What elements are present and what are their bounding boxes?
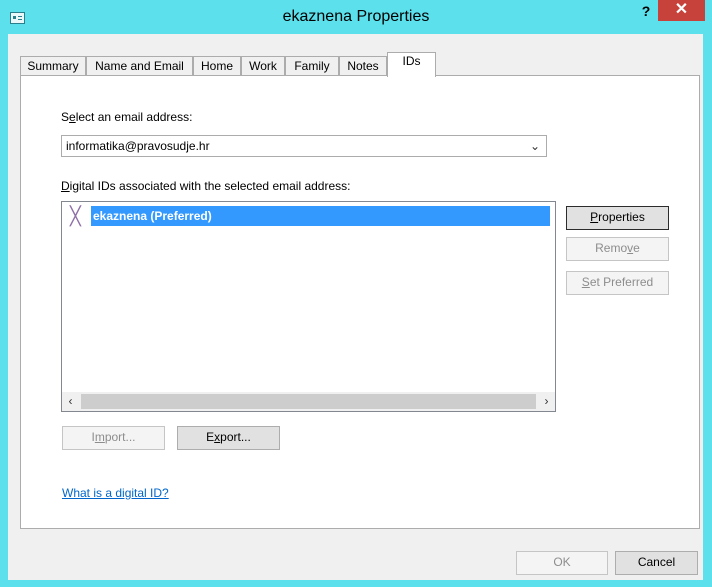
set-preferred-button[interactable]: Set Preferred (566, 271, 669, 295)
tab-home[interactable]: Home (193, 56, 241, 75)
title-bar[interactable]: ekaznena Properties ? ✕ (0, 0, 712, 34)
select-email-label: Select an email address: (61, 110, 193, 124)
what-is-digital-id-link[interactable]: What is a digital ID? (62, 486, 169, 500)
window-title: ekaznena Properties (282, 8, 430, 25)
certificate-icon: ╳ (70, 206, 81, 226)
properties-window: ekaznena Properties ? ✕ Summary Name and… (0, 0, 712, 587)
cancel-button[interactable]: Cancel (615, 551, 698, 575)
digital-ids-label: Digital IDs associated with the selected… (61, 179, 351, 193)
list-item[interactable]: ╳ ekaznena (Preferred) (70, 206, 550, 226)
tab-family[interactable]: Family (285, 56, 339, 75)
scroll-right-icon[interactable]: › (538, 393, 555, 410)
digital-id-name: ekaznena (Preferred) (91, 206, 550, 226)
chevron-down-icon[interactable]: ⌄ (530, 139, 540, 153)
close-button[interactable]: ✕ (658, 0, 705, 21)
tab-summary[interactable]: Summary (20, 56, 86, 75)
email-address-value: informatika@pravosudje.hr (66, 139, 210, 153)
import-button[interactable]: Import... (62, 426, 165, 450)
properties-button[interactable]: Properties (566, 206, 669, 230)
horizontal-scrollbar[interactable]: ‹ › (62, 392, 555, 411)
email-address-dropdown[interactable]: informatika@pravosudje.hr ⌄ (61, 135, 547, 157)
export-button[interactable]: Export... (177, 426, 280, 450)
scrollbar-track[interactable] (81, 394, 536, 409)
remove-button[interactable]: Remove (566, 237, 669, 261)
tab-notes[interactable]: Notes (339, 56, 387, 75)
tab-work[interactable]: Work (241, 56, 285, 75)
scroll-left-icon[interactable]: ‹ (62, 393, 79, 410)
ok-button[interactable]: OK (516, 551, 608, 575)
tab-ids[interactable]: IDs (387, 52, 436, 77)
tab-name-and-email[interactable]: Name and Email (86, 56, 193, 75)
dialog-body: Summary Name and Email Home Work Family … (8, 34, 703, 580)
ids-tab-panel: Select an email address: informatika@pra… (20, 75, 700, 529)
help-button[interactable]: ? (634, 2, 658, 22)
digital-ids-list[interactable]: ╳ ekaznena (Preferred) ‹ › (61, 201, 556, 412)
